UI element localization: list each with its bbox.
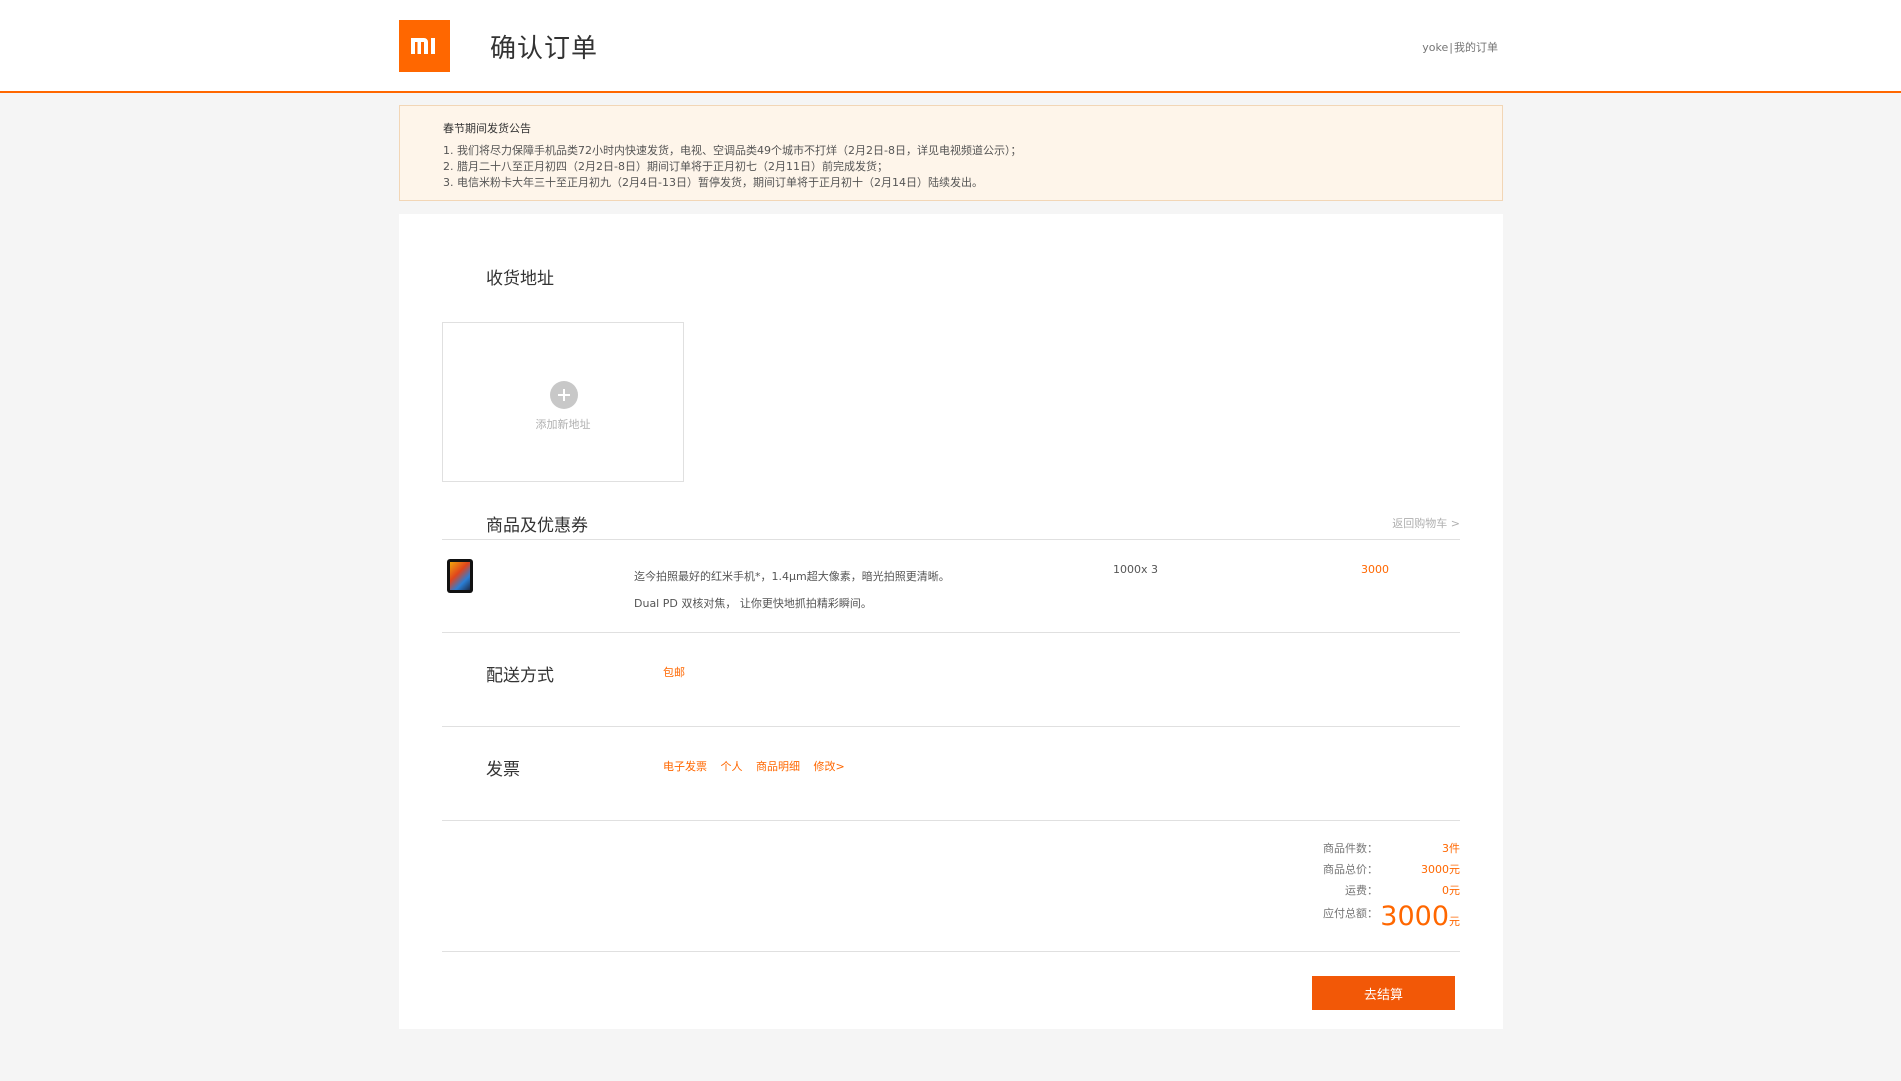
product-thumbnail[interactable]	[447, 559, 473, 593]
order-summary: 商品件数： 3件 商品总价： 3000元 运费： 0元 应付总额： 3000元	[1260, 840, 1460, 933]
summary-freight-row: 运费： 0元	[1260, 882, 1460, 903]
invoice-info: 电子发票 个人 商品明细 修改>	[663, 758, 855, 774]
invoice-section-title: 发票	[486, 760, 520, 780]
notice-line: 3. 电信米粉卡大年三十至正月初九（2月4日-13日）暂停发货，期间订单将于正月…	[443, 176, 983, 189]
shipping-notice: 春节期间发货公告 1. 我们将尽力保障手机品类72小时内快速发货，电视、空调品类…	[399, 105, 1503, 201]
payable-amount: 3000	[1380, 901, 1449, 932]
address-section-title: 收货地址	[486, 269, 554, 289]
summary-total-row: 商品总价： 3000元	[1260, 861, 1460, 882]
divider	[442, 820, 1460, 821]
summary-count-value: 3件	[1442, 842, 1460, 855]
summary-freight-label: 运费：	[1345, 884, 1378, 897]
summary-total-value: 3000元	[1421, 863, 1460, 876]
checkout-button[interactable]: 去结算	[1312, 976, 1455, 1010]
plus-circle-icon	[550, 381, 578, 409]
back-to-cart-link[interactable]: 返回购物车 >	[1392, 515, 1460, 531]
divider	[442, 632, 1460, 633]
notice-line: 2. 腊月二十八至正月初四（2月2日-8日）期间订单将于正月初七（2月11日）前…	[443, 160, 888, 173]
divider	[442, 726, 1460, 727]
summary-count-row: 商品件数： 3件	[1260, 840, 1460, 861]
summary-count-label: 商品件数：	[1323, 842, 1378, 855]
summary-payable-value: 3000元	[1380, 901, 1460, 932]
invoice-type: 电子发票	[663, 760, 707, 773]
invoice-edit-link[interactable]: 修改>	[814, 760, 845, 773]
user-links-separator: |	[1449, 41, 1453, 54]
summary-freight-value: 0元	[1442, 884, 1460, 897]
site-header: 确认订单 yoke|我的订单	[0, 0, 1901, 93]
page-title: 确认订单	[490, 34, 599, 64]
add-address-label: 添加新地址	[535, 418, 591, 431]
divider	[442, 951, 1460, 952]
product-price: 3000	[1361, 563, 1389, 576]
shipping-section-title: 配送方式	[486, 666, 554, 686]
goods-section-title: 商品及优惠券	[486, 516, 588, 536]
invoice-content: 商品明细	[756, 760, 800, 773]
summary-total-label: 商品总价：	[1323, 863, 1378, 876]
payable-unit: 元	[1449, 915, 1460, 928]
mi-logo-icon	[410, 38, 435, 54]
summary-payable-row: 应付总额： 3000元	[1260, 901, 1460, 933]
notice-title: 春节期间发货公告	[443, 122, 531, 135]
username-link[interactable]: yoke	[1422, 41, 1448, 54]
notice-line: 1. 我们将尽力保障手机品类72小时内快速发货，电视、空调品类49个城市不打烊（…	[443, 144, 1022, 157]
add-address-card[interactable]: 添加新地址	[442, 322, 684, 482]
shipping-method-value: 包邮	[663, 666, 685, 679]
mi-logo[interactable]	[399, 20, 450, 72]
invoice-holder: 个人	[720, 760, 743, 773]
my-orders-link[interactable]: 我的订单	[1454, 41, 1498, 54]
user-links: yoke|我的订单	[1422, 39, 1498, 55]
product-description: 迄今拍照最好的红米手机*，1.4μm超大像素，暗光拍照更清晰。Dual PD 双…	[634, 570, 950, 610]
order-panel: 收货地址 添加新地址 商品及优惠券 返回购物车 > 迄今拍照最好的红米手机*，1…	[399, 214, 1503, 1029]
summary-payable-label: 应付总额：	[1323, 907, 1378, 920]
divider	[442, 539, 1460, 540]
product-quantity: 1000x 3	[1113, 563, 1158, 576]
